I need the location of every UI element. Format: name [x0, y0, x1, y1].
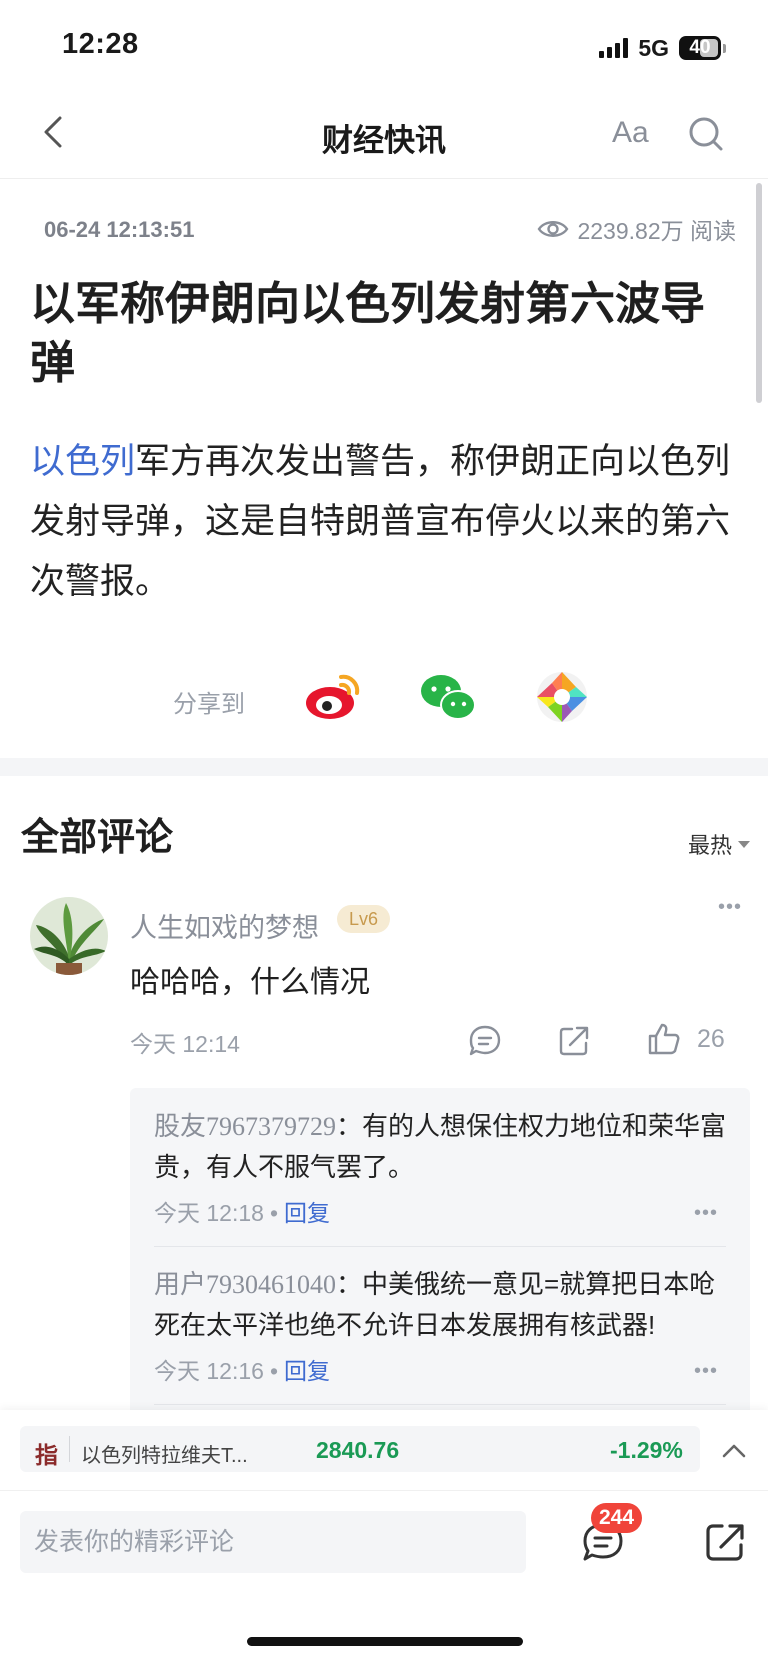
- reply-meta: 今天 12:16 • 回复: [154, 1358, 331, 1384]
- comment-input[interactable]: 发表你的精彩评论: [20, 1511, 526, 1573]
- reply-divider: [154, 1246, 726, 1247]
- index-name: 以色列特拉维夫T...: [81, 1445, 248, 1467]
- status-time: 12:28: [62, 28, 139, 60]
- wechat-icon[interactable]: [418, 667, 478, 727]
- avatar[interactable]: [30, 897, 108, 975]
- weibo-icon[interactable]: [303, 667, 363, 727]
- view-count-text: 2239.82万 阅读: [577, 218, 736, 244]
- section-divider: [0, 758, 768, 776]
- search-icon[interactable]: [686, 114, 726, 154]
- reply-time: 今天 12:18: [154, 1200, 264, 1226]
- font-size-button[interactable]: Aa: [612, 116, 649, 150]
- nav-divider: [0, 178, 768, 179]
- chevron-up-icon[interactable]: [720, 1437, 748, 1465]
- page-title: 财经快讯: [322, 123, 446, 158]
- sort-label: 最热: [687, 833, 732, 858]
- like-icon[interactable]: [646, 1021, 682, 1057]
- moments-icon[interactable]: [532, 667, 592, 727]
- reply-button[interactable]: 回复: [284, 1200, 330, 1226]
- level-badge: Lv6: [337, 905, 391, 933]
- index-badge: 指: [35, 1442, 58, 1468]
- ticker-separator: [69, 1436, 70, 1462]
- comments-title: 全部评论: [21, 817, 174, 859]
- comment-username[interactable]: 人生如戏的梦想: [130, 906, 319, 945]
- reply-icon[interactable]: [467, 1023, 503, 1059]
- article-body-text: 军方再次发出警告，称伊朗正向以色列发射导弹，这是自特朗普宣布停火以来的第六次警报…: [30, 442, 731, 601]
- reply-username[interactable]: 用户7930461040: [154, 1270, 336, 1299]
- network-type: 5G: [638, 34, 669, 61]
- home-indicator[interactable]: [247, 1637, 523, 1646]
- reply-list: 股友7967379729：有的人想保住权力地位和荣华富贵，有人不服气罢了。 今天…: [130, 1088, 750, 1418]
- comment-time: 今天 12:14: [130, 1031, 240, 1057]
- reply-text: 用户7930461040：中美俄统一意见=就算把日本呛死在太平洋也绝不允许日本发…: [154, 1269, 716, 1340]
- share-label: 分享到: [173, 691, 245, 718]
- battery-level: 40: [689, 37, 711, 58]
- status-indicators: 5G 40: [599, 34, 726, 62]
- sort-dropdown[interactable]: 最热: [688, 828, 750, 860]
- eye-icon: [538, 221, 569, 237]
- more-icon[interactable]: •••: [694, 1360, 718, 1383]
- bottom-divider: [0, 1490, 768, 1491]
- share-icon[interactable]: [703, 1520, 747, 1564]
- share-icon[interactable]: [556, 1023, 592, 1059]
- more-icon[interactable]: •••: [718, 896, 742, 919]
- article-body: 以色列军方再次发出警告，称伊朗正向以色列发射导弹，这是自特朗普宣布停火以来的第六…: [30, 432, 742, 612]
- reply-text: 股友7967379729：有的人想保住权力地位和荣华富贵，有人不服气罢了。: [154, 1111, 727, 1182]
- comment-text: 哈哈哈，什么情况: [130, 966, 370, 999]
- index-change: -1.29%: [610, 1437, 683, 1463]
- reply-username[interactable]: 股友7967379729: [154, 1112, 336, 1141]
- reply-time: 今天 12:16: [154, 1358, 264, 1384]
- tag-link[interactable]: 以色列: [30, 442, 135, 481]
- reply-button[interactable]: 回复: [284, 1358, 330, 1384]
- more-icon[interactable]: •••: [694, 1202, 718, 1225]
- like-count: 26: [697, 1025, 725, 1053]
- comment-count-badge: 244: [591, 1503, 643, 1533]
- reply-item[interactable]: 用户7930461040：中美俄统一意见=就算把日本呛死在太平洋也绝不允许日本发…: [154, 1264, 734, 1386]
- dropdown-arrow-icon: [738, 840, 750, 848]
- view-count: 2239.82万 阅读: [537, 212, 736, 246]
- article-time: 06-24 12:13:51: [44, 217, 195, 242]
- battery-icon: 40: [679, 36, 721, 60]
- signal-icon: [599, 38, 629, 58]
- article-headline: 以军称伊朗向以色列发射第六波导弹: [30, 278, 706, 388]
- scrollbar[interactable]: [756, 183, 762, 403]
- reply-meta: 今天 12:18 • 回复: [154, 1200, 331, 1226]
- reply-divider: [154, 1404, 726, 1405]
- reply-item[interactable]: 股友7967379729：有的人想保住权力地位和荣华富贵，有人不服气罢了。 今天…: [154, 1106, 734, 1228]
- index-price: 2840.76: [316, 1437, 400, 1463]
